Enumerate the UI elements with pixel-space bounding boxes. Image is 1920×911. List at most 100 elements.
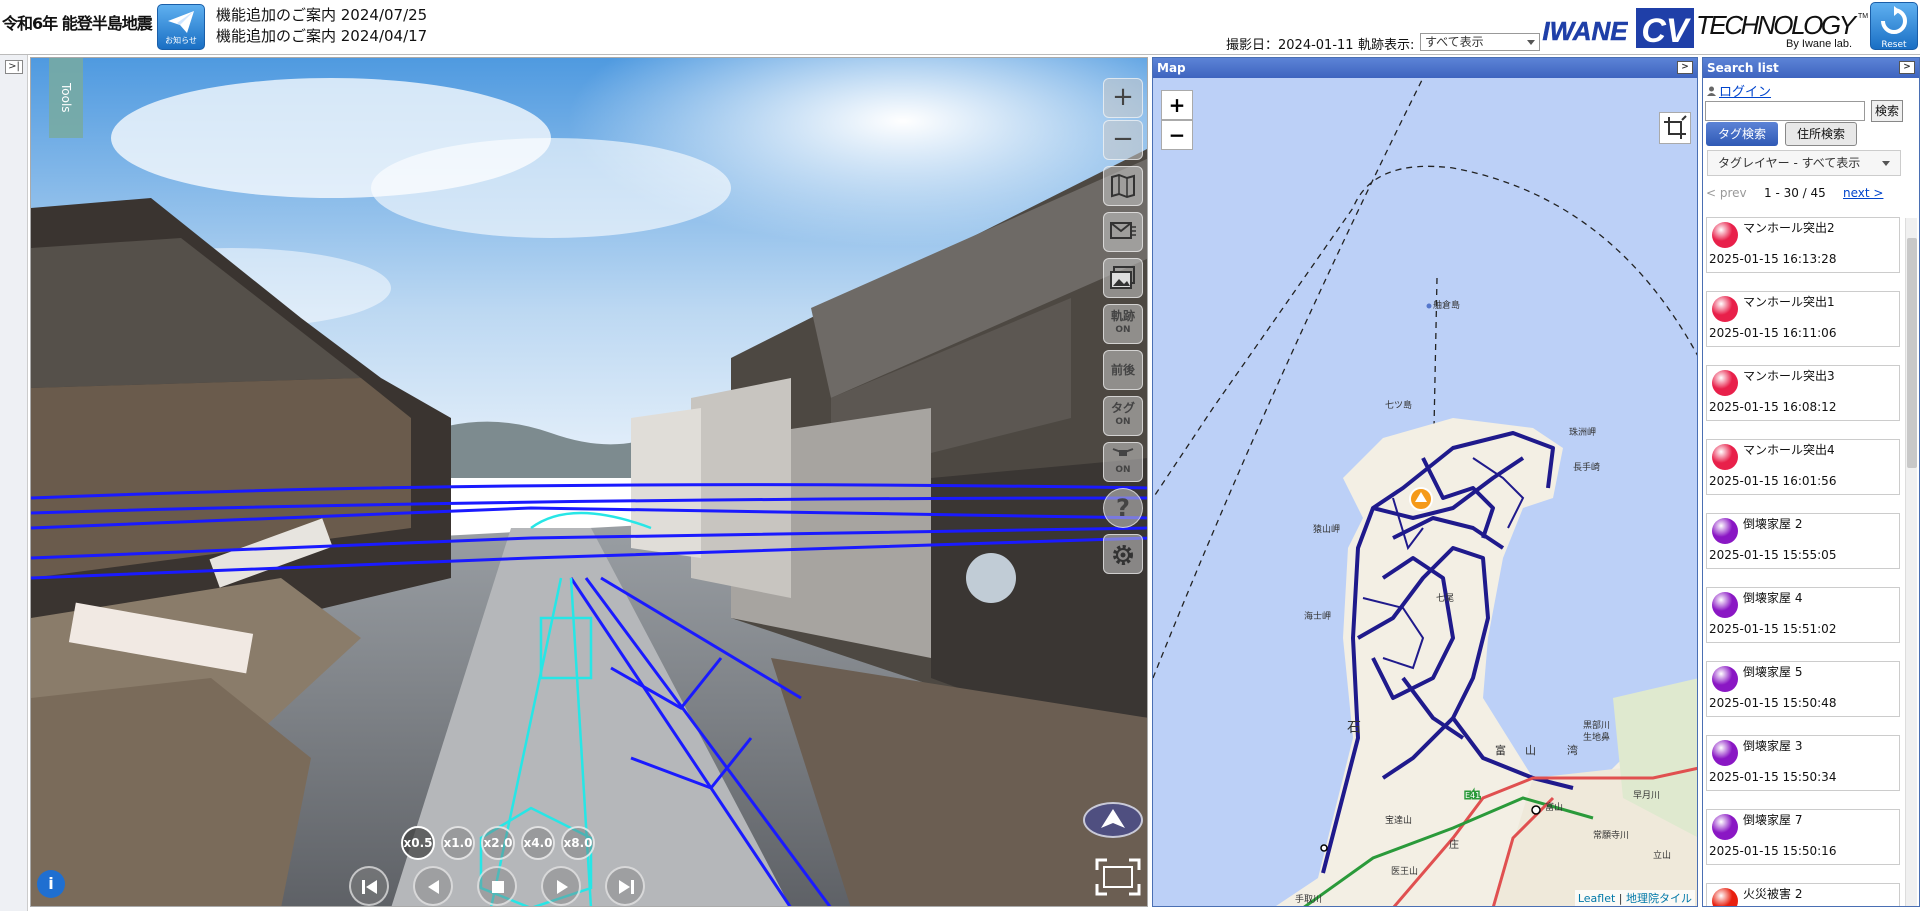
skip-back-button[interactable] xyxy=(349,866,389,906)
result-time: 2025-01-15 16:13:28 xyxy=(1709,252,1837,266)
result-name: 倒壊家屋 4 xyxy=(1743,591,1803,605)
result-name: マンホール突出2 xyxy=(1743,221,1835,235)
speed-x4.0-button[interactable]: x4.0 xyxy=(521,826,555,860)
fullscreen-icon[interactable] xyxy=(1095,858,1141,896)
list-item[interactable]: 倒壊家屋 3 2025-01-15 15:50:34 xyxy=(1706,735,1900,791)
tag-marker-icon xyxy=(1712,888,1738,906)
notice-label: お知らせ xyxy=(165,36,197,45)
tag-marker-icon xyxy=(1712,518,1738,544)
play-reverse-button[interactable] xyxy=(413,866,453,906)
map-label: 生地鼻 xyxy=(1583,731,1610,743)
map-canvas[interactable]: 舳倉島 七ツ島 珠洲岬 長手崎 猿山岬 七尾 海士岬 石 富 山 湾 黒部川 生… xyxy=(1153,77,1697,906)
result-time: 2025-01-15 16:01:56 xyxy=(1709,474,1837,488)
drone-toggle-state: ON xyxy=(1115,465,1131,475)
chevron-down-icon xyxy=(1882,161,1890,166)
result-name: 倒壊家屋 2 xyxy=(1743,517,1803,531)
search-panel-title: Search list xyxy=(1707,61,1779,75)
address-search-tab[interactable]: 住所検索 xyxy=(1785,122,1857,146)
map-zoom-in-button[interactable]: + xyxy=(1161,90,1193,120)
list-item[interactable]: マンホール突出2 2025-01-15 16:13:28 xyxy=(1706,217,1900,273)
speed-x1.0-button[interactable]: x1.0 xyxy=(441,826,475,860)
map-panel-header: Map > xyxy=(1153,58,1697,78)
expand-sidebar-button[interactable]: >| xyxy=(5,60,23,74)
map-link-button[interactable] xyxy=(1103,166,1143,206)
chevron-down-icon xyxy=(1527,40,1535,45)
zoom-in-button[interactable]: + xyxy=(1103,78,1143,118)
collapse-search-button[interactable]: > xyxy=(1899,61,1915,74)
track-select-value: すべて表示 xyxy=(1425,35,1484,49)
result-time: 2025-01-15 15:50:16 xyxy=(1709,844,1837,858)
crop-icon xyxy=(1664,115,1687,139)
page-range: 1 - 30 / 45 xyxy=(1764,186,1826,200)
result-name: 倒壊家屋 5 xyxy=(1743,665,1803,679)
compass-icon[interactable] xyxy=(1083,802,1143,838)
map-panel: Map > 舳倉島 七ツ島 珠洲岬 長手崎 猿山岬 七尾 海士岬 石 富 山 湾… xyxy=(1152,57,1698,907)
list-item[interactable]: 倒壊家屋 7 2025-01-15 15:50:16 xyxy=(1706,809,1900,865)
map-label: 富 xyxy=(1495,743,1506,757)
info-button[interactable]: i xyxy=(37,870,65,898)
list-item[interactable]: 倒壊家屋 5 2025-01-15 15:50:48 xyxy=(1706,661,1900,717)
result-time: 2025-01-15 15:50:34 xyxy=(1709,770,1837,784)
speed-x0.5-button[interactable]: x0.5 xyxy=(401,826,435,860)
photo-button[interactable] xyxy=(1103,258,1143,298)
play-button[interactable] xyxy=(541,866,581,906)
map-label: 七ツ島 xyxy=(1385,399,1412,411)
result-time: 2025-01-15 15:51:02 xyxy=(1709,622,1837,636)
stop-button[interactable] xyxy=(477,866,517,906)
tag-marker-icon xyxy=(1712,370,1738,396)
scrollbar-thumb[interactable] xyxy=(1907,238,1917,468)
image-icon xyxy=(1110,266,1135,289)
track-toggle-label: 軌跡 xyxy=(1110,309,1135,323)
login-link[interactable]: ログイン xyxy=(1719,85,1771,100)
tag-toggle-button[interactable]: タグ ON xyxy=(1103,396,1143,436)
result-time: 2025-01-15 16:08:12 xyxy=(1709,400,1837,414)
result-scrollbar[interactable] xyxy=(1905,218,1917,906)
site-title: 令和6年 能登半島地震 xyxy=(2,14,153,33)
list-item[interactable]: 倒壊家屋 4 2025-01-15 15:51:02 xyxy=(1706,587,1900,643)
search-button[interactable]: 検索 xyxy=(1871,100,1903,122)
tag-marker-icon xyxy=(1712,740,1738,766)
list-item[interactable]: マンホール突出1 2025-01-15 16:11:06 xyxy=(1706,291,1900,347)
list-item[interactable]: 倒壊家屋 2 2025-01-15 15:55:05 xyxy=(1706,513,1900,569)
map-zoom-out-button[interactable]: − xyxy=(1161,120,1193,150)
map-label: 石 xyxy=(1347,720,1361,736)
map-label: 山 xyxy=(1525,744,1536,757)
zoom-out-button[interactable]: − xyxy=(1103,120,1143,160)
track-display-select[interactable]: すべて表示 xyxy=(1420,33,1540,51)
next-page-link[interactable]: next > xyxy=(1843,186,1883,200)
result-time: 2025-01-15 15:50:48 xyxy=(1709,696,1837,710)
leaflet-link[interactable]: Leaflet xyxy=(1578,892,1615,905)
notice-button[interactable]: お知らせ xyxy=(157,4,205,50)
result-time: 2025-01-15 15:55:05 xyxy=(1709,548,1837,562)
panorama-viewer[interactable]: Tools + − 軌跡 ON 前後 タグ ON ON ? x0.5 x1.0 … xyxy=(30,57,1148,907)
iwane-logo-text: IWANE xyxy=(1542,16,1628,46)
tag-layer-select[interactable]: タグレイヤー - すべて表示 xyxy=(1707,150,1901,176)
list-item[interactable]: 火災被害 2 xyxy=(1706,883,1900,906)
collapse-map-button[interactable]: > xyxy=(1677,61,1693,74)
track-toggle-button[interactable]: 軌跡 ON xyxy=(1103,304,1143,344)
gsi-tile-link[interactable]: 地理院タイル xyxy=(1626,892,1692,905)
tools-tab[interactable]: Tools xyxy=(49,58,83,138)
search-input[interactable] xyxy=(1705,101,1865,121)
mail-button[interactable] xyxy=(1103,212,1143,252)
cv-technology-logo: CV TECHNOLOGY TM By Iwane lab. xyxy=(1636,8,1868,50)
news-link[interactable]: 機能追加のご案内 2024/04/17 xyxy=(216,26,427,47)
map-label: 宝達山 xyxy=(1385,814,1412,826)
speed-x8.0-button[interactable]: x8.0 xyxy=(561,826,595,860)
news-link[interactable]: 機能追加のご案内 2024/07/25 xyxy=(216,5,427,26)
result-name: マンホール突出4 xyxy=(1743,443,1835,457)
prev-page-link[interactable]: < prev xyxy=(1706,186,1747,200)
drone-toggle-button[interactable]: ON xyxy=(1103,442,1143,482)
left-sidebar-strip: >| xyxy=(0,55,28,911)
settings-button[interactable] xyxy=(1103,534,1143,574)
help-button[interactable]: ? xyxy=(1103,488,1143,528)
front-back-button[interactable]: 前後 xyxy=(1103,350,1143,390)
reset-button[interactable]: Reset xyxy=(1870,2,1918,50)
skip-forward-button[interactable] xyxy=(605,866,645,906)
result-name: マンホール突出1 xyxy=(1743,295,1835,309)
tag-search-tab[interactable]: タグ検索 xyxy=(1706,122,1778,146)
speed-x2.0-button[interactable]: x2.0 xyxy=(481,826,515,860)
list-item[interactable]: マンホール突出3 2025-01-15 16:08:12 xyxy=(1706,365,1900,421)
map-crop-button[interactable] xyxy=(1659,112,1691,144)
list-item[interactable]: マンホール突出4 2025-01-15 16:01:56 xyxy=(1706,439,1900,495)
